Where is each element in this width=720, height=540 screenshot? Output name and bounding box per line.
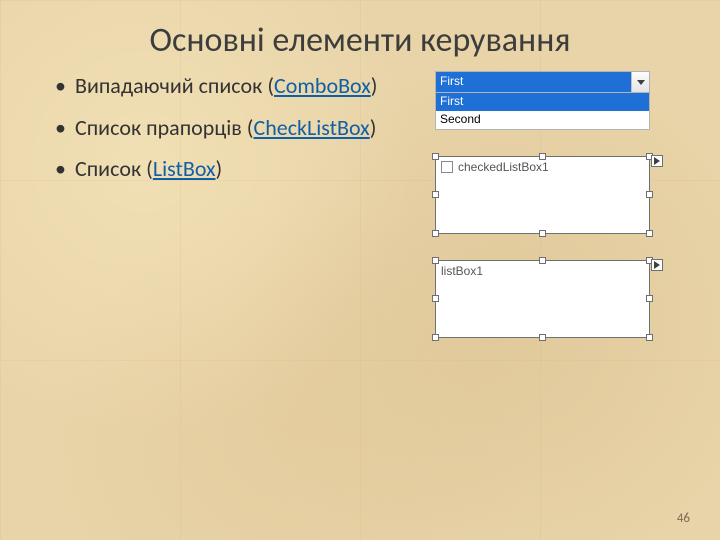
bullet-text: Список прапорців	[75, 114, 247, 141]
examples-column: First First Second checkedListBox1	[405, 71, 690, 338]
bullet-listbox: Список (ListBox)	[55, 154, 405, 184]
combobox-example: First First Second	[435, 71, 650, 130]
bullet-text: Список	[75, 155, 146, 182]
page-number: 46	[677, 511, 690, 526]
slide-title: Основні елементи керування	[0, 0, 720, 61]
smart-tag-button[interactable]	[651, 259, 663, 271]
combobox-dropdown-button[interactable]	[631, 72, 649, 92]
checkbox-icon[interactable]	[441, 161, 453, 173]
bullet-combobox: Випадаючий список (ComboBox)	[55, 71, 405, 101]
checkedlistbox-item-label: checkedListBox1	[458, 160, 549, 174]
resize-handle-icon[interactable]	[539, 230, 546, 237]
triangle-right-icon	[654, 157, 660, 165]
chevron-down-icon	[637, 80, 645, 85]
resize-handle-icon[interactable]	[432, 230, 439, 237]
listbox-example[interactable]: listBox1	[435, 260, 650, 338]
resize-handle-icon[interactable]	[432, 334, 439, 341]
resize-handle-icon[interactable]	[432, 257, 439, 264]
combobox-dropdown: First Second	[436, 92, 649, 129]
combobox-option[interactable]: First	[436, 93, 649, 111]
resize-handle-icon[interactable]	[539, 334, 546, 341]
triangle-right-icon	[654, 261, 660, 269]
bullet-checklistbox: Список прапорців (CheckListBox)	[55, 113, 405, 143]
resize-handle-icon[interactable]	[646, 295, 653, 302]
resize-handle-icon[interactable]	[646, 230, 653, 237]
link-combobox[interactable]: ComboBox	[274, 72, 371, 99]
resize-handle-icon[interactable]	[539, 153, 546, 160]
resize-handle-icon[interactable]	[539, 257, 546, 264]
resize-handle-icon[interactable]	[646, 334, 653, 341]
slide-body: Випадаючий список (ComboBox) Список прап…	[0, 61, 720, 338]
checkedlistbox-example[interactable]: checkedListBox1	[435, 156, 650, 234]
resize-handle-icon[interactable]	[432, 191, 439, 198]
link-listbox[interactable]: ListBox	[153, 155, 216, 182]
combobox-option[interactable]: Second	[436, 111, 649, 129]
smart-tag-button[interactable]	[651, 155, 663, 167]
link-checklistbox[interactable]: CheckListBox	[253, 114, 369, 141]
resize-handle-icon[interactable]	[432, 295, 439, 302]
resize-handle-icon[interactable]	[432, 153, 439, 160]
combobox-selected-value[interactable]: First	[436, 72, 631, 92]
resize-handle-icon[interactable]	[646, 191, 653, 198]
bullet-text: Випадаючий список	[75, 72, 267, 99]
bullet-list: Випадаючий список (ComboBox) Список прап…	[55, 71, 405, 338]
